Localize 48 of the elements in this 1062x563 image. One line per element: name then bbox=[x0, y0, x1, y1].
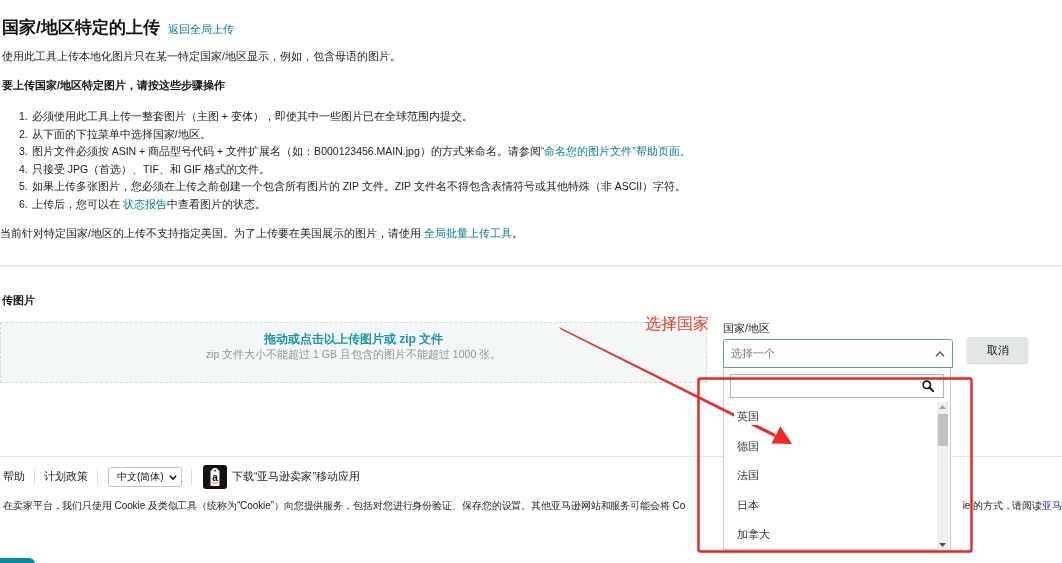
chevron-down-icon bbox=[169, 474, 177, 480]
step-number: 5. bbox=[19, 179, 28, 195]
search-icon bbox=[922, 380, 934, 393]
note-text: 当前针对特定国家/地区的上传不支持指定美国。为了上传要在美国展示的图片，请使用 全局批量上传工具。 bbox=[0, 225, 523, 241]
text-link[interactable]: 状态报告 bbox=[122, 197, 167, 210]
step-number: 2. bbox=[19, 126, 28, 142]
cut-off-button[interactable] bbox=[0, 558, 35, 563]
step-text: 从下面的下拉菜单中选择国家/地区。 bbox=[31, 126, 211, 142]
scroll-down-icon[interactable] bbox=[939, 542, 946, 547]
search-field[interactable] bbox=[730, 374, 944, 399]
cancel-button[interactable]: 取消 bbox=[967, 337, 1028, 364]
country-option[interactable]: 英国 bbox=[724, 402, 937, 432]
dropzone-title: 拖动或点击以上传图片或 zip 文件 bbox=[263, 331, 444, 348]
country-option[interactable]: 德国 bbox=[724, 431, 937, 462]
scrollbar[interactable] bbox=[937, 402, 948, 550]
back-link[interactable]: 返回全局上传 bbox=[167, 21, 234, 37]
country-select[interactable]: 选择一个 bbox=[723, 339, 953, 369]
cookie-notice-text: 在卖家平台，我们只使用 Cookie 及类似工具（统称为“Cookie”）向您提供服务，包括对您进行身份验证、保存您的设置。其他亚马逊网站和服务可能会将 Co bbox=[3, 499, 686, 514]
dropzone-hint: zip 文件大小不能超过 1 GB 且包含的图片不能超过 1000 张。 bbox=[205, 347, 502, 362]
section-title: 传图片 bbox=[2, 293, 35, 309]
country-option[interactable]: 法国 bbox=[724, 461, 937, 491]
step-number: 4. bbox=[19, 161, 28, 177]
step-text: 上传后，您可以在 状态报告中查看图片的状态。 bbox=[31, 196, 266, 212]
steps-heading: 要上传国家/地区特定图片，请按这些步骤操作 bbox=[2, 78, 225, 93]
text-link[interactable]: 全局批量上传工具 bbox=[423, 226, 512, 239]
shopping-tag-app-icon[interactable]: a bbox=[203, 465, 227, 490]
step-number: 6. bbox=[19, 196, 28, 212]
scroll-up-icon[interactable] bbox=[939, 405, 946, 410]
page-title: 国家/地区特定的上传 bbox=[2, 17, 160, 39]
cookie-notice-text: ie 的方式，请阅读亚马 bbox=[962, 499, 1062, 514]
app-download-link[interactable]: 下载“亚马逊卖家”移动应用 bbox=[232, 470, 360, 485]
step-text: 只接受 JPG（首选）、TIF、和 GIF 格式的文件。 bbox=[31, 161, 271, 177]
description-text: 使用此工具上传本地化图片只在某一特定国家/地区显示，例如，包含母语的图片。 bbox=[2, 49, 401, 64]
footer-link[interactable]: 帮助 bbox=[3, 470, 25, 485]
country-option[interactable]: 加拿大 bbox=[724, 520, 937, 550]
step-number: 1. bbox=[19, 109, 28, 124]
text-link[interactable]: “命名您的图片文件”帮助页面。 bbox=[540, 145, 691, 158]
step-text: 必须使用此工具上传一整套图片（主图 + 变体），即使其中一些图片已在全球范围内提交。 bbox=[31, 109, 473, 124]
country-option[interactable]: 日本 bbox=[724, 490, 937, 521]
text-link[interactable]: 亚马 bbox=[1042, 500, 1062, 512]
country-label: 国家/地区 bbox=[723, 321, 770, 336]
step-text: 图片文件必须按 ASIN + 商品型号代码 + 文件扩展名（如：B000123456.MAIN.jpg）的方式来命名。请参阅“命名您的图片文件”帮助页面。 bbox=[31, 144, 691, 160]
step-text: 如果上传多张图片，您必须在上传之前创建一个包含所有图片的 ZIP 文件。ZIP 文件名不得包含表情符号或其他特殊（非 ASCII）字符。 bbox=[31, 179, 687, 195]
language-select[interactable]: 中文(简体) bbox=[108, 467, 182, 488]
footer-link[interactable]: 计划政策 bbox=[44, 470, 88, 485]
scrollbar-thumb[interactable] bbox=[937, 414, 948, 447]
chevron-up-icon bbox=[935, 350, 945, 357]
step-number: 3. bbox=[19, 144, 28, 160]
